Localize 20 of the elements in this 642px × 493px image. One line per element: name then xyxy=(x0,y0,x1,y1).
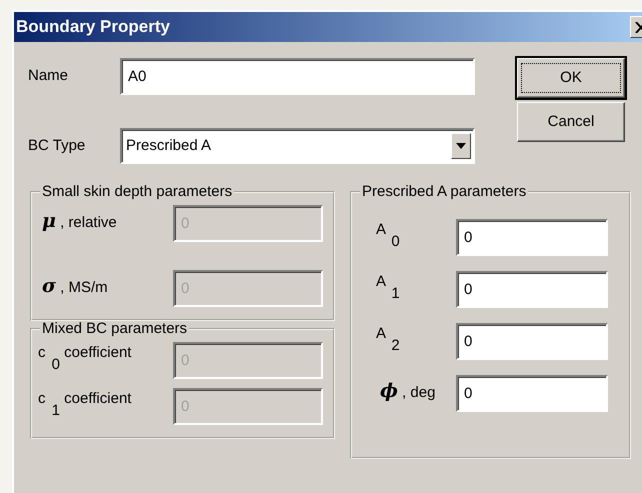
bc-type-dropdown[interactable]: Prescribed A xyxy=(120,128,475,164)
group-title: Small skin depth parameters xyxy=(41,184,234,199)
field-label: σ , MS/m xyxy=(41,274,109,300)
caret-icon xyxy=(456,143,466,149)
input-field[interactable]: 0 xyxy=(456,323,608,360)
field-label: ϕ , deg xyxy=(379,379,436,404)
dropdown-button[interactable] xyxy=(451,133,471,159)
group-title: Mixed BC parameters xyxy=(41,321,188,336)
input-field[interactable]: 0 xyxy=(456,271,608,308)
bc-type-value: Prescribed A xyxy=(126,136,212,156)
field-label: μ , relative xyxy=(41,209,118,234)
group-title: Prescribed A parameters xyxy=(361,184,528,199)
input-field[interactable]: 0 xyxy=(456,219,608,256)
window-title: Boundary Property xyxy=(16,16,170,38)
ok-button[interactable]: OK xyxy=(517,58,625,98)
bc-type-label: BC Type xyxy=(28,136,86,156)
name-label: Name xyxy=(28,66,70,86)
cancel-button[interactable]: Cancel xyxy=(517,102,625,142)
input-field[interactable]: 0 xyxy=(456,375,608,412)
name-field[interactable]: A0 xyxy=(120,58,475,95)
